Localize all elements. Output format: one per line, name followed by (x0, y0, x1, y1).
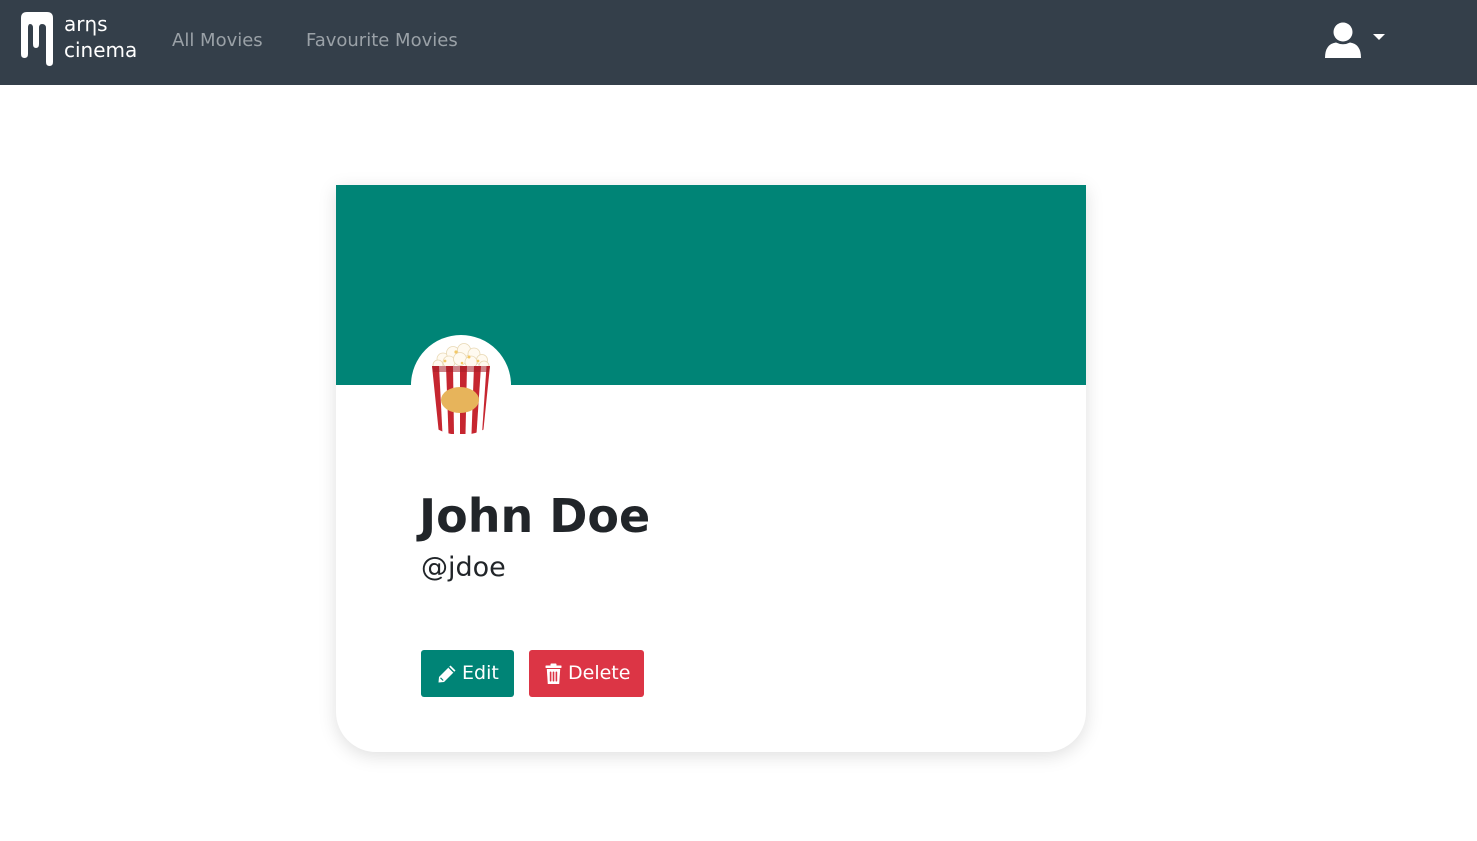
film-drip-logo-icon (21, 12, 53, 66)
delete-button-label: Delete (568, 662, 631, 684)
nav-favourite-movies[interactable]: Favourite Movies (306, 28, 458, 54)
pencil-icon (438, 665, 456, 682)
brand-name: arηs cinema (64, 11, 137, 63)
profile-avatar (411, 335, 511, 435)
trash-icon (545, 663, 562, 684)
brand-link[interactable]: arηs cinema (18, 10, 143, 70)
top-navbar: arηs cinema All Movies Favourite Movies (0, 0, 1477, 85)
profile-card: John Doe @jdoe Edit Delete (336, 185, 1086, 752)
nav-all-movies[interactable]: All Movies (172, 28, 263, 54)
edit-button-label: Edit (462, 662, 499, 684)
delete-button[interactable]: Delete (529, 650, 644, 697)
caret-down-icon (1373, 34, 1385, 40)
brand-name-line1: arηs (64, 12, 108, 36)
user-icon (1325, 22, 1361, 58)
edit-button[interactable]: Edit (421, 650, 514, 697)
user-menu-dropdown[interactable] (1322, 18, 1390, 62)
profile-username: @jdoe (421, 552, 506, 583)
profile-name: John Doe (419, 489, 651, 543)
brand-name-line2: cinema (64, 38, 138, 62)
popcorn-icon (432, 343, 490, 434)
